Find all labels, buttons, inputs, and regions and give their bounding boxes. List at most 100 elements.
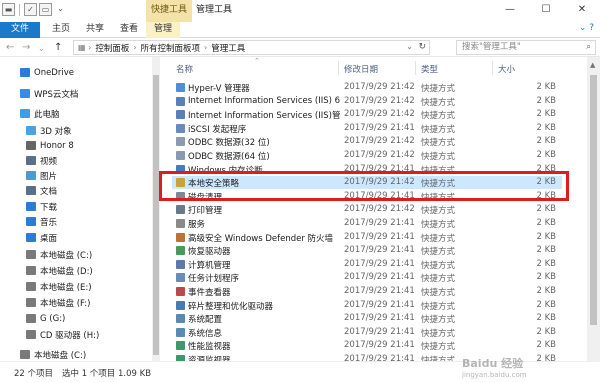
breadcrumb-admin-tools[interactable]: 管理工具 xyxy=(211,42,245,54)
sidebar-scroll-thumb[interactable] xyxy=(153,75,159,355)
properties-icon[interactable]: ✓ xyxy=(24,3,37,16)
file-type: 快捷方式 xyxy=(421,152,456,162)
sidebar-item-label: 下载 xyxy=(40,202,58,213)
tab-view[interactable]: 查看 xyxy=(112,22,146,38)
column-divider[interactable] xyxy=(492,61,493,75)
sidebar-item[interactable]: CD 驱动器 (H:) xyxy=(26,328,99,341)
file-row[interactable]: 系统信息 2017/9/29 21:41 快捷方式 2 KB xyxy=(172,326,562,339)
sidebar-item-label: 图片 xyxy=(40,171,58,182)
tab-manage[interactable]: 管理 xyxy=(146,22,181,38)
customize-toolbar-icon[interactable]: ⌄ xyxy=(54,3,67,16)
file-row[interactable]: 任务计划程序 2017/9/29 21:41 快捷方式 2 KB xyxy=(172,271,562,284)
file-row[interactable]: iSCSI 发起程序 2017/9/29 21:41 快捷方式 2 KB xyxy=(172,122,562,135)
tab-file[interactable]: 文件 xyxy=(0,22,40,38)
search-input[interactable]: 搜索"管理工具" xyxy=(462,42,521,52)
sidebar-item[interactable]: 本地磁盘 (F:) xyxy=(26,296,90,309)
sidebar-item[interactable]: 下载 xyxy=(26,200,57,213)
column-divider[interactable] xyxy=(338,61,339,75)
file-row[interactable]: 系统配置 2017/9/29 21:41 快捷方式 2 KB xyxy=(172,312,562,325)
file-name: Internet Information Services (IIS)管... xyxy=(188,111,340,122)
file-row[interactable]: Internet Information Services (IIS)管... 2… xyxy=(172,108,562,121)
file-row[interactable]: 打印管理 2017/9/29 21:42 快捷方式 2 KB xyxy=(172,203,562,216)
refresh-icon[interactable]: ↻ xyxy=(418,42,426,52)
scroll-up-icon[interactable]: ▲ xyxy=(590,61,595,69)
sidebar-item[interactable]: 3D 对象 xyxy=(26,124,72,137)
sidebar-item[interactable]: 图片 xyxy=(26,169,57,182)
file-row[interactable]: ODBC 数据源(32 位) 2017/9/29 21:42 快捷方式 2 KB xyxy=(172,135,562,148)
sidebar-item-label: OneDrive xyxy=(34,67,74,78)
address-path[interactable]: ▦ › 控制面板 › 所有控制面板项 › 管理工具 ⌄ ↻ xyxy=(73,40,430,55)
sidebar-item[interactable]: 此电脑 xyxy=(20,107,60,120)
watermark-logo-text: Baidu 经验 xyxy=(462,357,524,370)
sidebar-item[interactable]: 视频 xyxy=(26,154,57,167)
app-icon[interactable]: ▬ xyxy=(2,3,15,16)
column-divider[interactable] xyxy=(415,61,416,75)
window-controls: — ☐ ✕ xyxy=(492,0,600,22)
file-name: 打印管理 xyxy=(188,206,223,217)
baidu-watermark: Baidu 经验 jingyan.baidu.com xyxy=(462,355,596,381)
file-date: 2017/9/29 21:41 xyxy=(344,258,415,269)
file-row[interactable]: 高级安全 Windows Defender 防火墙 2017/9/29 21:41… xyxy=(172,231,562,244)
sidebar-item[interactable]: Honor 8 xyxy=(26,139,74,152)
sidebar-item[interactable]: 本地磁盘 (D:) xyxy=(26,264,93,277)
column-header-type[interactable]: 类型 xyxy=(421,63,438,75)
file-row[interactable]: 碎片整理和优化驱动器 2017/9/29 21:41 快捷方式 2 KB xyxy=(172,299,562,312)
close-button[interactable]: ✕ xyxy=(564,0,600,22)
column-header-date[interactable]: 修改日期 xyxy=(344,63,378,75)
maximize-button[interactable]: ☐ xyxy=(528,0,564,22)
sidebar-item[interactable]: OneDrive xyxy=(20,66,74,79)
file-name: 服务 xyxy=(188,220,206,230)
forward-button[interactable]: → xyxy=(22,42,30,53)
tab-home[interactable]: 主页 xyxy=(44,22,78,38)
file-date: 2017/9/29 21:42 xyxy=(344,136,415,147)
file-row[interactable]: 事件查看器 2017/9/29 21:41 快捷方式 2 KB xyxy=(172,285,562,298)
download-icon xyxy=(26,202,36,211)
ribbon-expand-icon[interactable]: ⌄ ? xyxy=(579,23,594,33)
shortcut-icon xyxy=(176,314,185,324)
back-button[interactable]: ← xyxy=(6,42,14,53)
file-row[interactable]: 服务 2017/9/29 21:41 快捷方式 2 KB xyxy=(172,217,562,230)
file-row[interactable]: 恢复驱动器 2017/9/29 21:41 快捷方式 2 KB xyxy=(172,244,562,257)
minimize-button[interactable]: — xyxy=(492,0,528,22)
search-box[interactable]: 搜索"管理工具" ⌕ xyxy=(456,40,596,55)
column-header-size[interactable]: 大小 xyxy=(498,63,515,75)
shortcut-icon xyxy=(176,205,185,215)
sidebar-item[interactable]: 文档 xyxy=(26,184,57,197)
file-row[interactable]: 计算机管理 2017/9/29 21:41 快捷方式 2 KB xyxy=(172,258,562,271)
sidebar-item[interactable]: G (G:) xyxy=(26,312,65,325)
drive-icon xyxy=(26,266,36,275)
sidebar-item-label: G (G:) xyxy=(40,313,66,324)
new-folder-icon[interactable]: ▭ xyxy=(39,3,52,16)
column-header-name[interactable]: 名称 xyxy=(176,63,193,75)
shortcut-icon xyxy=(176,327,185,337)
breadcrumb-chevron-icon[interactable]: › xyxy=(204,43,207,52)
breadcrumb-chevron-icon[interactable]: › xyxy=(133,43,136,52)
file-row[interactable]: Internet Information Services (IIS) 6.0.… xyxy=(172,95,562,108)
recent-locations-button[interactable]: ⌄ xyxy=(38,44,45,53)
sidebar-item[interactable]: 桌面 xyxy=(26,231,57,244)
item-count: 22 个项目 xyxy=(14,369,54,379)
up-button[interactable]: ↑ xyxy=(54,42,62,53)
file-list-scrollbar[interactable]: ▲ xyxy=(587,57,600,361)
file-name: 碎片整理和优化驱动器 xyxy=(188,301,274,312)
file-row[interactable]: Hyper-V 管理器 2017/9/29 21:42 快捷方式 2 KB xyxy=(172,81,562,94)
sidebar-item-label: 本地磁盘 (E:) xyxy=(40,282,92,293)
sidebar-item[interactable]: WPS云文档 xyxy=(20,87,78,100)
file-size: 2 KB xyxy=(536,218,556,228)
file-row[interactable]: 性能监视器 2017/9/29 21:41 快捷方式 2 KB xyxy=(172,339,562,352)
sidebar-item[interactable]: 音乐 xyxy=(26,215,57,228)
breadcrumb-control-panel[interactable]: 控制面板 xyxy=(95,42,129,54)
file-type: 快捷方式 xyxy=(421,274,456,285)
sidebar-item-label: 本地磁盘 (D:) xyxy=(40,266,93,277)
tab-share[interactable]: 共享 xyxy=(78,22,112,38)
file-name: 任务计划程序 xyxy=(188,274,240,285)
breadcrumb-all-items[interactable]: 所有控制面板项 xyxy=(141,42,201,54)
sidebar-item[interactable]: 本地磁盘 (C:) xyxy=(20,348,86,361)
sidebar-item[interactable]: 本地磁盘 (E:) xyxy=(26,280,92,293)
address-dropdown-icon[interactable]: ⌄ xyxy=(406,42,413,51)
sidebar-scrollbar[interactable] xyxy=(152,57,160,361)
sidebar-item[interactable]: 本地磁盘 (C:) xyxy=(26,248,92,261)
search-icon[interactable]: ⌕ xyxy=(586,41,591,54)
file-list-scroll-thumb[interactable] xyxy=(590,75,597,325)
file-row[interactable]: ODBC 数据源(64 位) 2017/9/29 21:42 快捷方式 2 KB xyxy=(172,149,562,162)
